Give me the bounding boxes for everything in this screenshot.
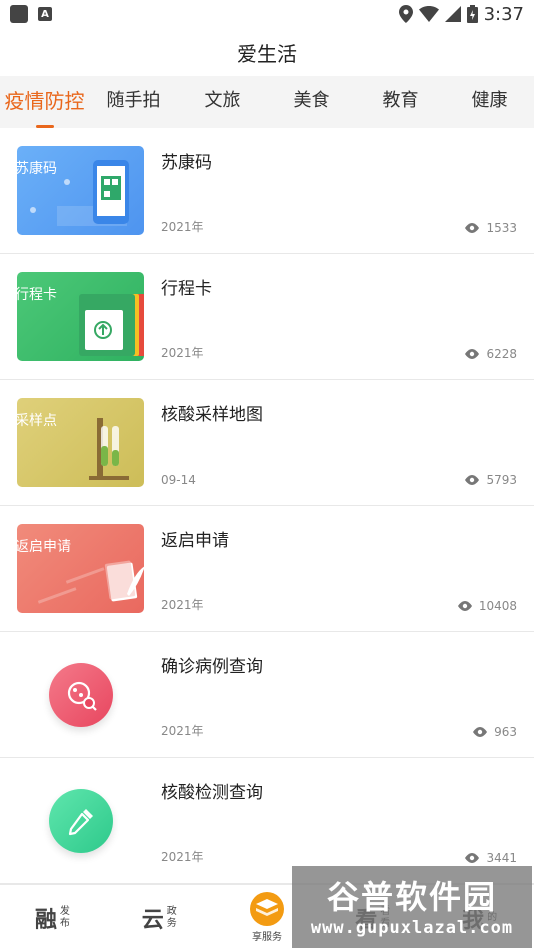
item-date: 2021年 xyxy=(161,220,204,234)
service-list: 苏康码 苏康码 2021年 1533 行程卡 行程卡 2021年 6228 采样… xyxy=(0,128,534,884)
item-title: 核酸采样地图 xyxy=(161,405,263,425)
watermark-url: www.gupuxlazal.com xyxy=(310,918,514,938)
tab-health[interactable]: 健康 xyxy=(445,76,534,128)
list-item[interactable]: 采样点 核酸采样地图 09-14 5793 xyxy=(0,380,534,506)
location-icon xyxy=(398,5,413,23)
a-notification-icon: A xyxy=(38,7,52,21)
item-date: 2021年 xyxy=(161,598,204,612)
wifi-icon xyxy=(418,6,439,22)
sukang-thumbnail: 苏康码 xyxy=(17,146,144,235)
eye-icon xyxy=(457,601,472,611)
list-item[interactable]: 返启申请 返启申请 2021年 10408 xyxy=(0,506,534,632)
item-views: 10408 xyxy=(457,599,517,613)
nav-yun-label: 政务 xyxy=(166,905,177,929)
status-bar: A 3:37 xyxy=(0,0,534,28)
eye-icon xyxy=(465,475,480,485)
views-count: 6228 xyxy=(486,347,517,361)
item-views: 5793 xyxy=(464,473,517,487)
watermark-title: 谷普软件园 xyxy=(326,878,497,916)
virus-search-icon xyxy=(67,681,97,711)
item-title: 确诊病例查询 xyxy=(161,657,263,677)
tab-education[interactable]: 教育 xyxy=(356,76,445,128)
list-item[interactable]: 确诊病例查询 2021年 963 xyxy=(0,632,534,758)
hesuan-thumbnail xyxy=(17,776,144,865)
item-date: 09-14 xyxy=(161,473,196,487)
nav-rong-publish[interactable]: 融 发布 xyxy=(0,885,107,950)
xingcheng-thumbnail: 行程卡 xyxy=(17,272,144,361)
item-views: 3441 xyxy=(464,851,517,865)
signal-icon xyxy=(444,6,461,22)
item-views: 1533 xyxy=(464,221,517,235)
item-date: 2021年 xyxy=(161,346,204,360)
fanqi-thumbnail: 返启申请 xyxy=(17,524,144,613)
page-title: 爱生活 xyxy=(237,41,297,66)
nav-rong-label: 发布 xyxy=(59,905,70,929)
item-title: 苏康码 xyxy=(161,153,212,173)
nav-yun-glyph: 云 xyxy=(141,907,164,933)
category-tabs: 疫情防控 随手拍 文旅 美食 教育 健康 xyxy=(0,76,534,128)
views-count: 3441 xyxy=(486,851,517,865)
eye-icon xyxy=(473,727,488,737)
app-notification-icon xyxy=(10,5,28,23)
list-item[interactable]: 苏康码 苏康码 2021年 1533 xyxy=(0,128,534,254)
thumbnail-label: 返启申请 xyxy=(17,539,71,555)
caiyang-thumbnail: 采样点 xyxy=(17,398,144,487)
views-count: 5793 xyxy=(486,473,517,487)
nav-yun-gov[interactable]: 云 政务 xyxy=(107,885,214,950)
item-date: 2021年 xyxy=(161,724,204,738)
thumbnail-label: 采样点 xyxy=(17,413,57,429)
eye-icon xyxy=(465,349,480,359)
site-watermark: 谷普软件园 www.gupuxlazal.com xyxy=(292,866,532,948)
item-date: 2021年 xyxy=(161,850,204,864)
eye-icon xyxy=(465,223,480,233)
list-item[interactable]: 行程卡 行程卡 2021年 6228 xyxy=(0,254,534,380)
item-title: 核酸检测查询 xyxy=(161,783,263,803)
pipette-icon xyxy=(68,808,93,835)
nav-rong-glyph: 融 xyxy=(34,907,57,933)
layers-icon xyxy=(249,892,284,926)
quezhen-thumbnail xyxy=(17,650,144,739)
item-title: 行程卡 xyxy=(161,279,212,299)
item-title: 返启申请 xyxy=(161,531,229,551)
tab-culture-travel[interactable]: 文旅 xyxy=(178,76,267,128)
battery-icon xyxy=(466,5,478,23)
views-count: 963 xyxy=(494,725,517,739)
views-count: 10408 xyxy=(478,599,517,613)
item-views: 963 xyxy=(472,725,517,739)
tab-epidemic[interactable]: 疫情防控 xyxy=(0,76,89,128)
thumbnail-label: 行程卡 xyxy=(17,287,57,303)
nav-center-label: 享服务 xyxy=(251,932,282,943)
views-count: 1533 xyxy=(486,221,517,235)
thumbnail-label: 苏康码 xyxy=(17,161,57,177)
item-views: 6228 xyxy=(464,347,517,361)
eye-icon xyxy=(465,853,480,863)
status-time: 3:37 xyxy=(483,3,524,25)
tab-snapshot[interactable]: 随手拍 xyxy=(89,76,178,128)
tab-food[interactable]: 美食 xyxy=(267,76,356,128)
